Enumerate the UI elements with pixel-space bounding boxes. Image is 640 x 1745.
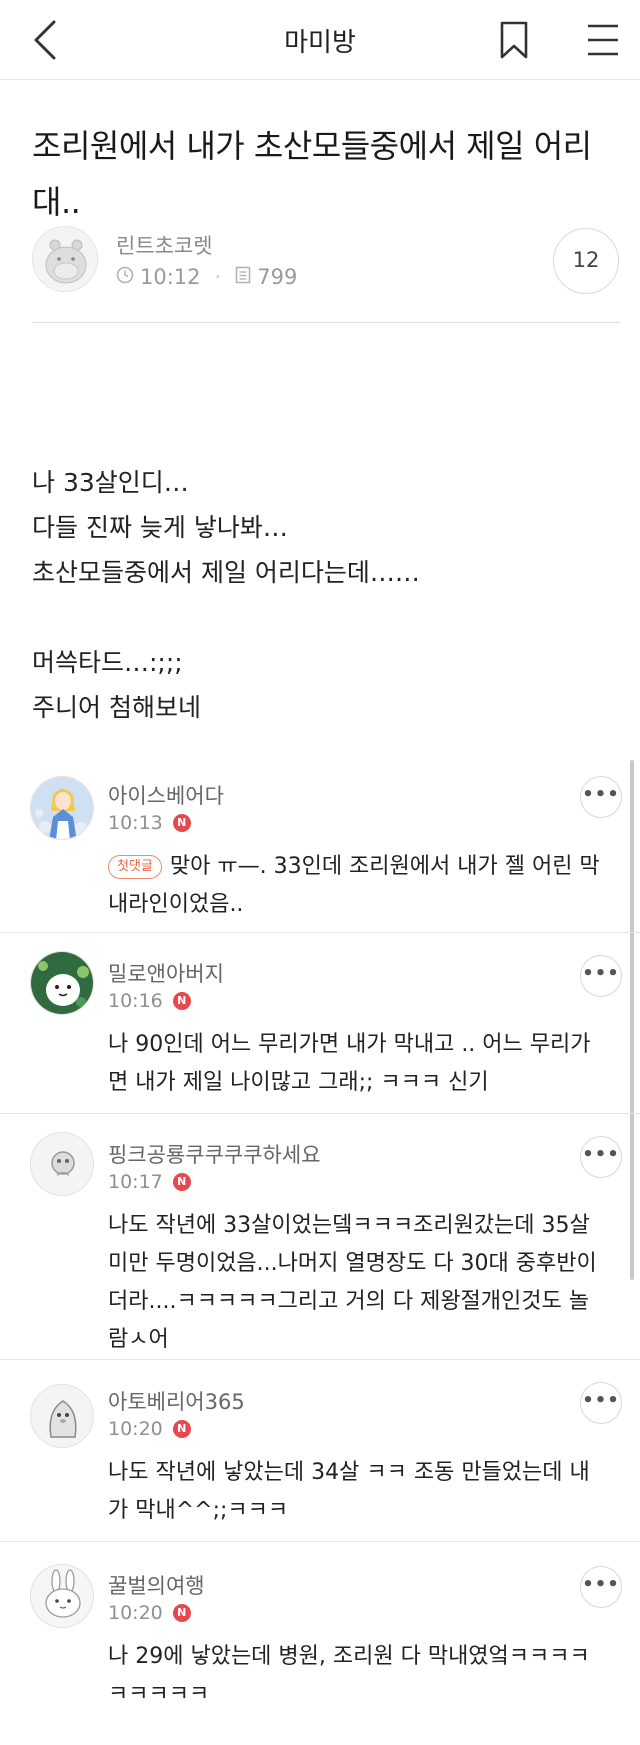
author-avatar[interactable]	[32, 226, 98, 292]
comment-author[interactable]: 핑크공룡쿠쿠쿠쿠하세요	[108, 1139, 321, 1169]
more-options-button[interactable]: •••	[580, 776, 622, 818]
document-icon	[235, 265, 251, 289]
meta-separator: ·	[214, 265, 222, 289]
comment-item: 꿀벌의여행 10:20 N ••• 나 29에 낳았는데 병원, 조리원 다 막…	[0, 1541, 640, 1745]
post-body-line: 머쓱타드…:;;;	[32, 648, 183, 677]
post-body-line: 다들 진짜 늦게 낳나봐…	[32, 513, 288, 542]
page-title: 마미방	[284, 28, 356, 58]
more-options-button[interactable]: •••	[580, 1382, 622, 1424]
new-badge: N	[172, 992, 191, 1010]
hamburger-menu-icon	[588, 24, 618, 56]
comment-author[interactable]: 아토베리어365	[108, 1386, 245, 1416]
comment-item: 아이스베어다 10:13 N ••• 첫댓글 맞아 ㅠ—. 33인데 조리원에서 …	[0, 762, 640, 932]
comment-text: 나도 작년에 낳았는데 34살 ㅋㅋ 조동 만들었는데 내가 막내^^;;ㅋㅋㅋ	[108, 1460, 590, 1523]
more-dots-icon: •••	[582, 1574, 620, 1595]
avatar[interactable]	[30, 1132, 94, 1196]
avatar[interactable]	[30, 776, 94, 840]
post-body-line: 나 33살인디…	[32, 468, 189, 497]
new-badge: N	[172, 1604, 191, 1622]
post-body: 나 33살인디… 다들 진짜 늦게 낳나봐… 초산모들중에서 제일 어리다는데……	[32, 460, 602, 730]
post-body-line	[32, 595, 602, 640]
more-dots-icon: •••	[582, 1390, 620, 1411]
divider	[32, 322, 620, 323]
comment-count-button[interactable]: 12	[553, 228, 619, 294]
comment-time: 10:13	[108, 812, 163, 834]
new-badge: N	[172, 1173, 191, 1191]
alice-avatar-icon	[31, 777, 93, 839]
bookmark-button[interactable]	[498, 20, 530, 60]
avatar[interactable]	[30, 1384, 94, 1448]
comment-author[interactable]: 꿀벌의여행	[108, 1570, 205, 1600]
post-time: 10:12	[140, 265, 201, 289]
comment-author[interactable]: 밀로앤아버지	[108, 958, 224, 988]
author-name[interactable]: 린트초코렛	[116, 230, 213, 260]
comment-time-row: 10:17 N	[108, 1171, 191, 1193]
comment-time: 10:16	[108, 990, 163, 1012]
avatar[interactable]	[30, 1564, 94, 1628]
penguin-avatar-icon	[31, 1385, 93, 1447]
new-badge: N	[172, 814, 191, 832]
comment-text: 첫댓글 맞아 ㅠ—. 33인데 조리원에서 내가 젤 어린 막내라인이었음..	[108, 848, 608, 924]
comment-item: 핑크공룡쿠쿠쿠쿠하세요 10:17 N ••• 나도 작년에 33살이었는뎈ㅋㅋ…	[0, 1113, 640, 1359]
comment-time: 10:20	[108, 1602, 163, 1624]
comment-time-row: 10:20 N	[108, 1602, 191, 1624]
clock-icon	[116, 265, 134, 289]
comment-text: 나 29에 낳았는데 병원, 조리원 다 막내였엌ㅋㅋㅋㅋㅋㅋㅋㅋㅋ	[108, 1644, 590, 1707]
more-options-button[interactable]: •••	[580, 1566, 622, 1608]
post-title: 조리원에서 내가 초산모들중에서 제일 어리대..	[32, 127, 592, 221]
comment-time: 10:20	[108, 1418, 163, 1440]
character-avatar-icon	[31, 952, 93, 1014]
more-dots-icon: •••	[582, 1144, 620, 1165]
comment-time-row: 10:13 N	[108, 812, 191, 834]
comment-author[interactable]: 아이스베어다	[108, 780, 224, 810]
comment-text: 나도 작년에 33살이었는뎈ㅋㅋㅋ조리원갔는데 35살미만 두명이었음...나머…	[108, 1213, 597, 1352]
more-options-button[interactable]: •••	[580, 1136, 622, 1178]
top-app-bar: 마미방	[0, 0, 640, 80]
comment-body: 맞아 ㅠ—. 33인데 조리원에서 내가 젤 어린 막내라인이었음..	[108, 854, 600, 917]
comment-time-row: 10:20 N	[108, 1418, 191, 1440]
first-comment-tag: 첫댓글	[108, 855, 162, 879]
more-dots-icon: •••	[582, 784, 620, 805]
rabbit-avatar-icon	[31, 1565, 93, 1627]
post-views: 799	[257, 265, 298, 289]
more-dots-icon: •••	[582, 963, 620, 984]
hippo-avatar-icon	[33, 227, 97, 291]
post-body-line: 주니어 첨해보네	[32, 693, 201, 722]
default-avatar-icon	[31, 1133, 93, 1195]
comment-text: 나 90인데 어느 무리가면 내가 막내고 .. 어느 무리가면 내가 제일 나…	[108, 1032, 591, 1095]
more-options-button[interactable]: •••	[580, 955, 622, 997]
comment-time-row: 10:16 N	[108, 990, 191, 1012]
bookmark-icon	[500, 21, 528, 59]
comment-time: 10:17	[108, 1171, 163, 1193]
comment-item: 아토베리어365 10:20 N ••• 나도 작년에 낳았는데 34살 ㅋㅋ …	[0, 1359, 640, 1541]
menu-button[interactable]	[586, 22, 620, 58]
avatar[interactable]	[30, 951, 94, 1015]
new-badge: N	[172, 1420, 191, 1438]
post-body-line: 초산모들중에서 제일 어리다는데……	[32, 558, 420, 587]
post-meta: 10:12 · 799	[116, 264, 297, 290]
comment-item: 밀로앤아버지 10:16 N ••• 나 90인데 어느 무리가면 내가 막내고…	[0, 932, 640, 1113]
